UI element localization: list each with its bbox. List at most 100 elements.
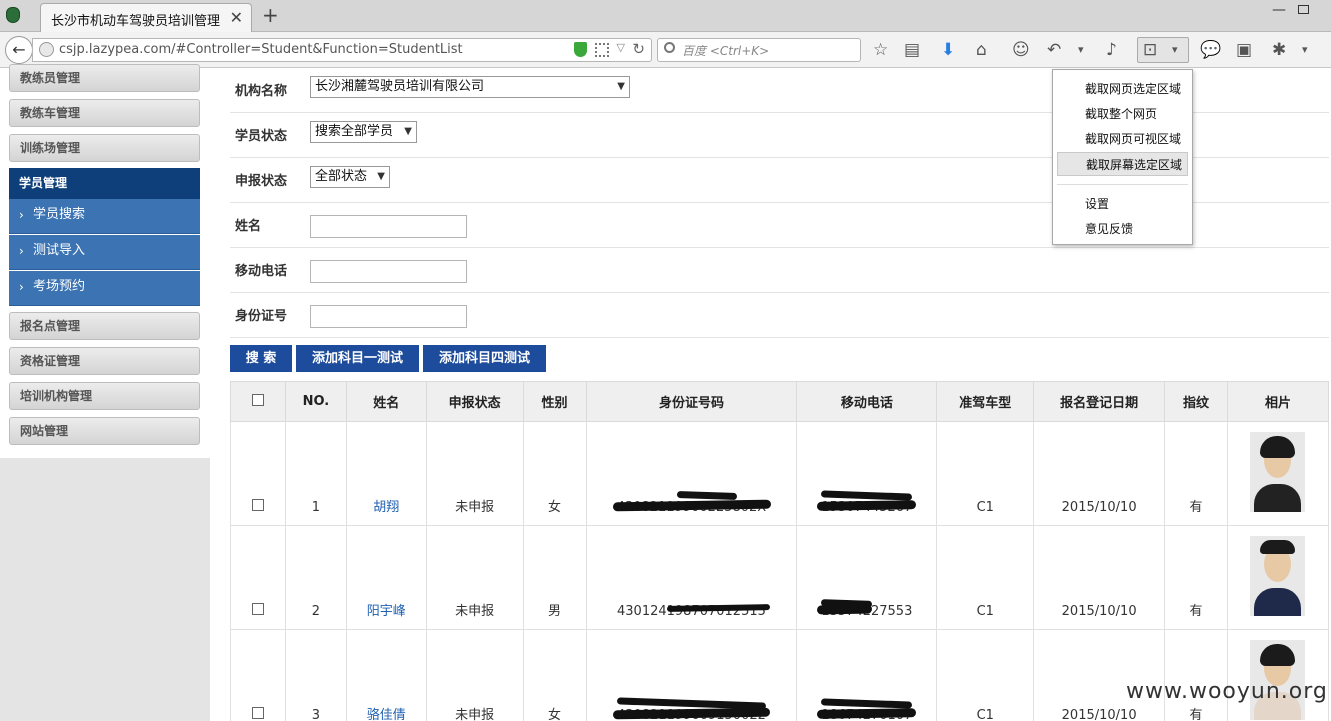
org-label: 机构名称 [235, 84, 288, 99]
cell-gender: 女 [522, 629, 587, 721]
col-fingerprint: 指纹 [1164, 381, 1228, 422]
sidebar-item-website[interactable]: 网站管理 [9, 417, 200, 445]
chevron-down-icon[interactable]: ▾ [1172, 40, 1178, 60]
add-subject1-test-button[interactable]: 添加科目一测试 [296, 345, 419, 372]
add-subject4-test-button[interactable]: 添加科目四测试 [423, 345, 546, 372]
menu-divider [1057, 184, 1188, 185]
table-row: 1 胡翔 未申报 女 43082119900225802X 1530744526… [230, 421, 1330, 526]
menu-item-capture-visible[interactable]: 截取网页可视区域 [1057, 127, 1188, 151]
student-name-link[interactable]: 骆佳倩 [367, 708, 406, 721]
student-name-link[interactable]: 阳宇峰 [367, 604, 406, 619]
browser-tab-bar: 长沙市机动车驾驶员培训管理... ✕ + — [0, 0, 1331, 32]
org-select[interactable]: 长沙湘麓驾驶员培训有限公司 ▼ [310, 76, 630, 98]
student-name-link[interactable]: 胡翔 [373, 500, 399, 515]
browser-logo-icon[interactable] [6, 7, 20, 23]
filter-id-row: 身份证号 [230, 293, 1329, 338]
shield-icon[interactable] [574, 42, 587, 57]
id-input[interactable] [310, 305, 467, 328]
id-label: 身份证号 [235, 309, 288, 324]
extension-icon[interactable]: ✱ [1272, 40, 1286, 60]
student-table: NO. 姓名 申报状态 性别 身份证号码 移动电话 准驾车型 报名登记日期 指纹… [230, 381, 1330, 721]
chevron-down-icon: ▼ [404, 126, 412, 137]
col-gender: 性别 [522, 381, 587, 422]
select-all-header [230, 381, 286, 422]
search-placeholder: 百度 <Ctrl+K> [682, 44, 770, 58]
sidebar-item-exam-booking[interactable]: › 考场预约 [9, 271, 200, 306]
redaction-mark [817, 708, 917, 719]
browser-tab[interactable]: 长沙市机动车驾驶员培训管理... ✕ [40, 3, 252, 32]
redaction-mark [817, 500, 917, 511]
menu-item-capture-selection[interactable]: 截取网页选定区域 [1057, 77, 1188, 101]
undo-icon[interactable]: ↶ [1047, 40, 1061, 60]
close-icon[interactable]: ✕ [230, 8, 243, 27]
menu-item-capture-full-page[interactable]: 截取整个网页 [1057, 102, 1188, 126]
undo-dropdown-icon[interactable]: ▾ [1078, 40, 1084, 60]
sidebar-item-registration-point[interactable]: 报名点管理 [9, 312, 200, 340]
crop-icon: ⊡ [1143, 40, 1158, 60]
menu-item-settings[interactable]: 设置 [1057, 192, 1188, 216]
url-text[interactable]: csjp.lazypea.com/#Controller=Student&Fun… [59, 42, 463, 57]
menu-item-feedback[interactable]: 意见反馈 [1057, 217, 1188, 241]
row-checkbox[interactable] [251, 499, 264, 511]
phone-input[interactable] [310, 260, 467, 283]
translate-icon[interactable]: ▣ [1236, 40, 1252, 60]
col-photo: 相片 [1226, 381, 1330, 422]
search-icon [664, 42, 675, 53]
volume-icon[interactable]: ♪ [1106, 40, 1117, 60]
name-label: 姓名 [235, 219, 262, 234]
dropdown-icon[interactable]: ▽ [617, 41, 625, 54]
chevron-right-icon: › [19, 244, 24, 258]
cell-fingerprint: 有 [1164, 525, 1228, 630]
row-checkbox[interactable] [251, 707, 264, 719]
sidebar-item-student-search[interactable]: › 学员搜索 [9, 199, 200, 234]
sidebar-item-training-org[interactable]: 培训机构管理 [9, 382, 200, 410]
sidebar-item-test-import[interactable]: › 测试导入 [9, 235, 200, 270]
cell-status: 未申报 [425, 629, 524, 721]
chevron-right-icon: › [19, 208, 24, 222]
minimize-icon[interactable]: — [1272, 2, 1286, 18]
name-input[interactable] [310, 215, 467, 238]
screenshot-button[interactable]: ⊡ ▾ [1137, 37, 1189, 63]
cell-license: C1 [936, 525, 1035, 630]
reload-icon[interactable]: ↻ [632, 40, 645, 58]
cell-license: C1 [936, 629, 1035, 721]
cell-license: C1 [936, 421, 1035, 526]
maximize-icon[interactable] [1298, 5, 1309, 14]
new-tab-icon[interactable]: + [262, 3, 279, 27]
report-status-select[interactable]: 全部状态 ▼ [310, 166, 390, 188]
sidebar-item-training-field[interactable]: 训练场管理 [9, 134, 200, 162]
bookmark-star-icon[interactable]: ☆ [873, 40, 888, 60]
qrcode-icon[interactable] [595, 43, 609, 57]
select-all-checkbox[interactable] [251, 393, 264, 406]
watermark: www.wooyun.org [1126, 679, 1328, 704]
address-bar[interactable]: csjp.lazypea.com/#Controller=Student&Fun… [32, 38, 652, 62]
report-status-label: 申报状态 [235, 174, 288, 189]
chevron-down-icon: ▼ [617, 81, 625, 92]
search-button[interactable]: 搜 索 [230, 345, 292, 372]
col-status: 申报状态 [425, 381, 524, 422]
browser-toolbar: ← csjp.lazypea.com/#Controller=Student&F… [0, 32, 1331, 68]
sidebar-item-coach-car[interactable]: 教练车管理 [9, 99, 200, 127]
student-photo[interactable] [1250, 431, 1306, 512]
menu-dropdown-icon[interactable]: ▾ [1302, 40, 1308, 60]
col-id: 身份证号码 [585, 381, 798, 422]
home-icon[interactable]: ⌂ [976, 40, 987, 60]
student-photo[interactable] [1250, 535, 1306, 616]
cell-status: 未申报 [425, 421, 524, 526]
col-license: 准驾车型 [936, 381, 1035, 422]
student-status-select[interactable]: 搜索全部学员 ▼ [310, 121, 417, 143]
cell-no: 3 [284, 629, 347, 721]
row-checkbox[interactable] [251, 603, 264, 615]
search-input[interactable]: 百度 <Ctrl+K> [657, 38, 861, 62]
sidebar-item-qualification[interactable]: 资格证管理 [9, 347, 200, 375]
menu-item-capture-screen[interactable]: 截取屏幕选定区域 [1057, 152, 1188, 176]
reading-list-icon[interactable]: ▤ [904, 40, 920, 60]
screenshot-menu: 截取网页选定区域 截取整个网页 截取网页可视区域 截取屏幕选定区域 设置 意见反… [1052, 69, 1193, 245]
chat-icon[interactable]: 💬 [1200, 40, 1221, 60]
sidebar-item-students[interactable]: 学员管理 [9, 168, 200, 199]
emoji-icon[interactable]: ☺ [1012, 40, 1030, 60]
download-icon[interactable]: ⬇ [941, 40, 955, 60]
sidebar-item-coach[interactable]: 教练员管理 [9, 64, 200, 92]
cell-gender: 男 [522, 525, 587, 630]
back-icon[interactable]: ← [5, 36, 33, 64]
